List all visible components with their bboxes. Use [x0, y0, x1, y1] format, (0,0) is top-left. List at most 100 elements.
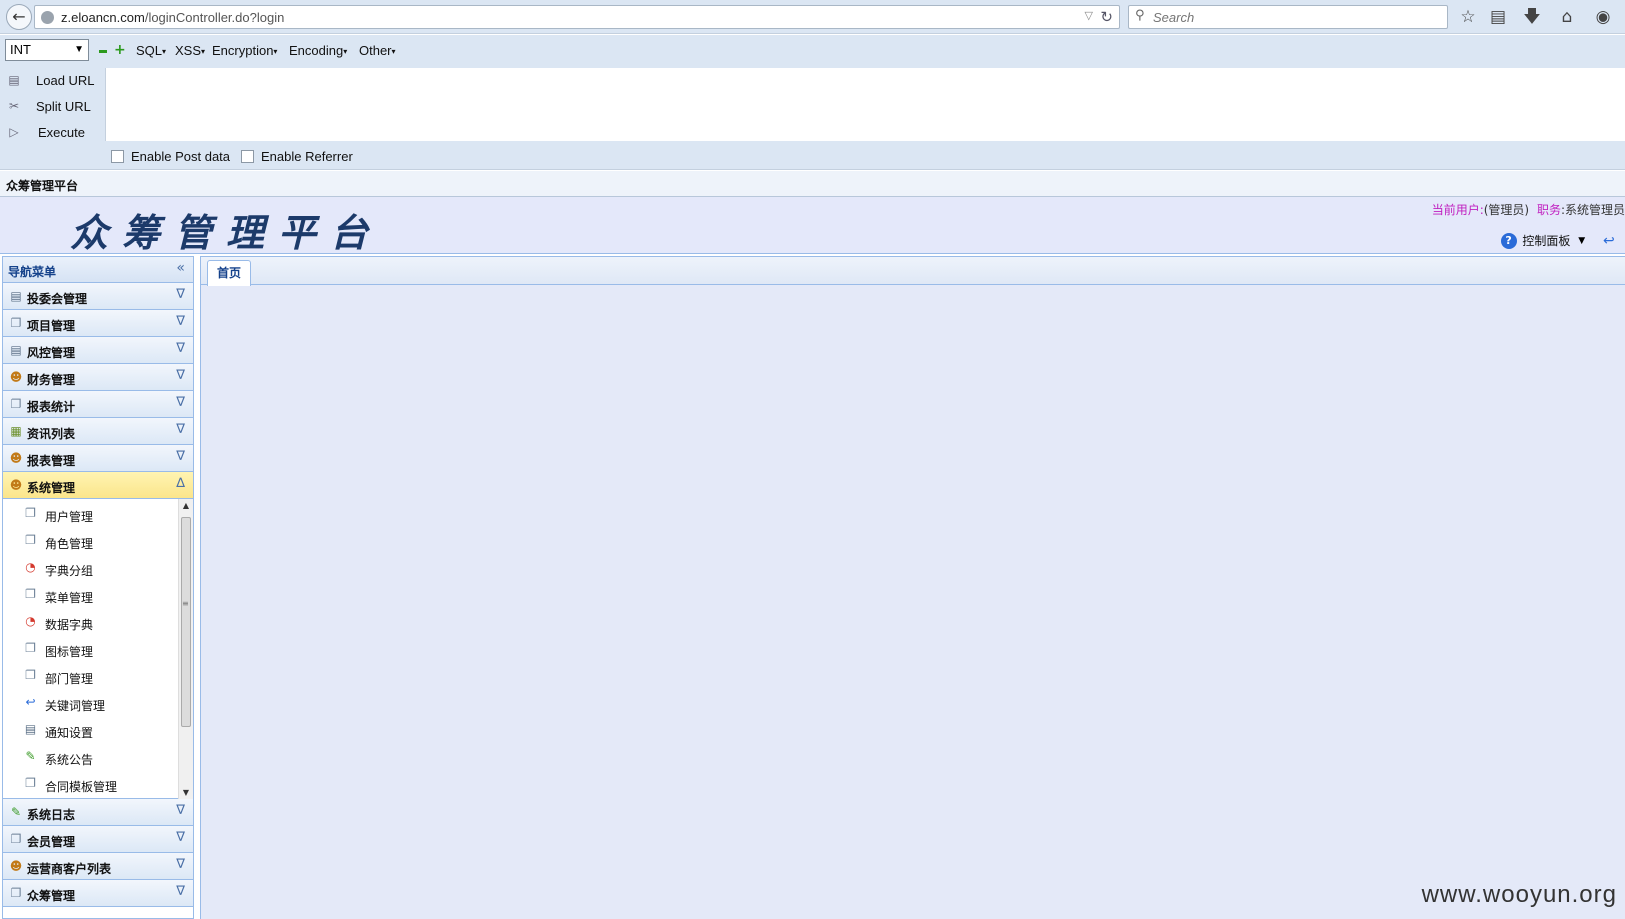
checkbox-box[interactable]: [241, 150, 254, 163]
nav-group-projects[interactable]: ❐ 项目管理 ∇: [3, 310, 193, 337]
users-icon: ☻: [9, 478, 23, 492]
execute-button[interactable]: ▷ Execute: [4, 121, 104, 145]
type-select[interactable]: INT ▼: [5, 39, 89, 61]
search-box[interactable]: ⚲: [1128, 5, 1448, 29]
pencil-icon: ✎: [25, 749, 36, 763]
tab-home[interactable]: 首页: [207, 260, 252, 286]
nav-group-tweihui[interactable]: ▤ 投委会管理 ∇: [3, 283, 193, 310]
search-input[interactable]: [1153, 8, 1433, 26]
system-submenu: ❐ 用户管理 ❐ 角色管理 ◔ 字典分组 ❐ 菜单管理 ◔ 数据字典 ❐ 图标管…: [3, 499, 193, 799]
expand-icon[interactable]: ∇: [176, 287, 185, 302]
help-icon[interactable]: ?: [1500, 232, 1517, 249]
expand-icon[interactable]: ∇: [176, 830, 185, 845]
sub-item-keywords[interactable]: ↩ 关键词管理: [3, 690, 175, 717]
pages-icon: ❐: [10, 316, 22, 330]
collapse-icon[interactable]: ∆: [176, 476, 185, 491]
collapse-left-icon[interactable]: «: [176, 260, 185, 276]
pages-icon: ❐: [25, 668, 36, 682]
chat-bubble-icon[interactable]: ◉: [1592, 6, 1614, 28]
search-icon: ⚲: [1135, 8, 1145, 23]
sub-item-announcements[interactable]: ✎ 系统公告: [3, 744, 175, 771]
grip-icon: ≡: [182, 599, 189, 608]
page-title: 众筹管理平台: [6, 179, 79, 193]
submenu-scrollbar[interactable]: ▲ ≡ ▼: [178, 499, 193, 799]
hackbar-toolbar: INT ▼ + SQL▾ XSS▾ Encryption▾ Encoding▾ O…: [0, 35, 1625, 68]
sub-item-icons[interactable]: ❐ 图标管理: [3, 636, 175, 663]
nav-group-crowdfunding[interactable]: ❐ 众筹管理 ∇: [3, 880, 193, 907]
main-panel: 首页: [200, 256, 1625, 919]
expand-icon[interactable]: ∇: [176, 341, 185, 356]
expand-icon[interactable]: ∇: [176, 368, 185, 383]
users-icon: ☻: [9, 859, 23, 873]
sub-item-data-dict[interactable]: ◔ 数据字典: [3, 609, 175, 636]
chevron-down-icon[interactable]: ▼: [1578, 236, 1585, 246]
expand-icon[interactable]: ∇: [176, 422, 185, 437]
control-panel-button[interactable]: 控制面板: [1522, 234, 1570, 248]
scroll-thumb[interactable]: [181, 517, 191, 727]
globe-icon: [41, 11, 54, 24]
encryption-menu[interactable]: Encryption▾: [212, 43, 277, 58]
pages-icon: ❐: [25, 776, 36, 790]
users-icon: ☻: [9, 451, 23, 465]
sub-item-contract-templates[interactable]: ❐ 合同模板管理: [3, 771, 175, 798]
sidebar-header: 导航菜单 «: [3, 257, 193, 283]
increase-icon[interactable]: +: [114, 43, 126, 57]
sub-item-notifications[interactable]: ▤ 通知设置: [3, 717, 175, 744]
page-icon: ▤: [10, 289, 22, 303]
load-url-button[interactable]: ▤ Load URL: [4, 69, 104, 93]
home-icon[interactable]: ⌂: [1556, 6, 1578, 28]
scroll-up-icon[interactable]: ▲: [179, 501, 193, 510]
nav-group-operators[interactable]: ☻ 运营商客户列表 ∇: [3, 853, 193, 880]
encoding-menu[interactable]: Encoding▾: [289, 43, 347, 58]
url-textarea[interactable]: [105, 68, 1625, 141]
scroll-down-icon[interactable]: ▼: [179, 788, 193, 797]
sidebar-title: 导航菜单: [8, 265, 57, 279]
expand-icon[interactable]: ∇: [176, 803, 185, 818]
download-arrow-icon[interactable]: 🡇: [1521, 6, 1543, 28]
reading-list-icon[interactable]: ▤: [1487, 6, 1509, 28]
bookmark-star-icon[interactable]: ☆: [1457, 6, 1479, 28]
xss-menu[interactable]: XSS▾: [175, 43, 205, 58]
sub-item-users[interactable]: ❐ 用户管理: [3, 501, 175, 528]
url-text[interactable]: z.eloancn.com/loginController.do?login: [61, 10, 284, 25]
pages-icon: ❐: [25, 641, 36, 655]
nav-group-report-mgmt[interactable]: ☻ 报表管理 ∇: [3, 445, 193, 472]
url-bar[interactable]: z.eloancn.com/loginController.do?login ▽…: [34, 5, 1120, 29]
url-dropdown-icon[interactable]: ▽: [1085, 9, 1093, 22]
nav-group-finance[interactable]: ☻ 财务管理 ∇: [3, 364, 193, 391]
sql-menu[interactable]: SQL▾: [136, 43, 166, 58]
sub-item-roles[interactable]: ❐ 角色管理: [3, 528, 175, 555]
header-controls: ? 控制面板 ▼ ↩: [1500, 232, 1625, 249]
hackbar-panel: ▤ Load URL ✂ Split URL ▷ Execute Enable …: [0, 68, 1625, 170]
expand-icon[interactable]: ∇: [176, 449, 185, 464]
nav-group-news[interactable]: ▦ 资讯列表 ∇: [3, 418, 193, 445]
browser-toolbar: ← z.eloancn.com/loginController.do?login…: [0, 0, 1625, 34]
nav-group-system-log[interactable]: ✎ 系统日志 ∇: [3, 799, 193, 826]
logout-icon[interactable]: ↩: [1603, 233, 1625, 249]
back-arrow-icon: ↩: [25, 695, 36, 709]
sub-item-menus[interactable]: ❐ 菜单管理: [3, 582, 175, 609]
expand-icon[interactable]: ∇: [176, 884, 185, 899]
pie-icon: ◔: [25, 614, 36, 628]
split-url-button[interactable]: ✂ Split URL: [4, 95, 104, 119]
nav-group-system[interactable]: ☻ 系统管理 ∆: [3, 472, 193, 499]
sub-item-dict-group[interactable]: ◔ 字典分组: [3, 555, 175, 582]
other-menu[interactable]: Other▾: [359, 43, 396, 58]
watermark: www.wooyun.org: [1421, 881, 1617, 908]
chart-icon: ▦: [10, 424, 22, 438]
nav-group-risk[interactable]: ▤ 风控管理 ∇: [3, 337, 193, 364]
pencil-icon: ✎: [10, 805, 22, 819]
sub-item-departments[interactable]: ❐ 部门管理: [3, 663, 175, 690]
app-logo: 众筹管理平台: [70, 210, 383, 255]
expand-icon[interactable]: ∇: [176, 314, 185, 329]
back-arrow-icon[interactable]: ←: [6, 4, 32, 30]
reload-icon[interactable]: ↻: [1100, 8, 1113, 26]
decrease-icon[interactable]: [99, 50, 107, 53]
expand-icon[interactable]: ∇: [176, 857, 185, 872]
checkbox-box[interactable]: [111, 150, 124, 163]
pages-icon: ❐: [25, 587, 36, 601]
expand-icon[interactable]: ∇: [176, 395, 185, 410]
calendar-icon: ▤: [24, 722, 37, 736]
nav-group-members[interactable]: ❐ 会员管理 ∇: [3, 826, 193, 853]
nav-group-reports-stats[interactable]: ❐ 报表统计 ∇: [3, 391, 193, 418]
